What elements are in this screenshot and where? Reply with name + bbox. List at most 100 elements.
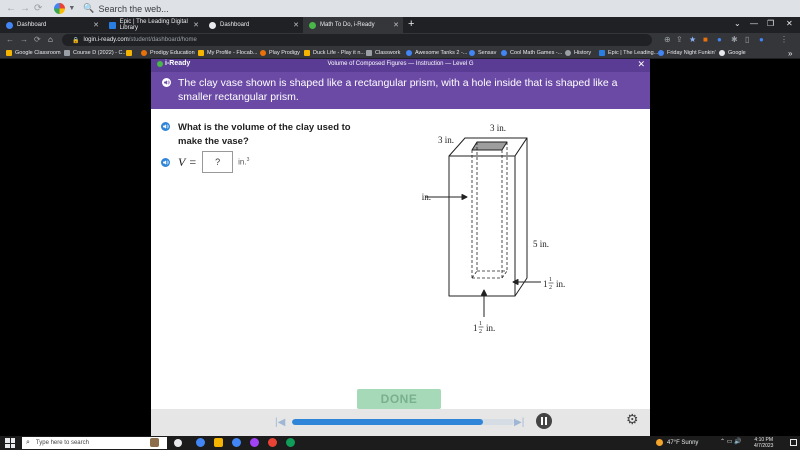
- notification-icon[interactable]: [790, 439, 797, 446]
- more-bookmarks-button[interactable]: »: [788, 48, 792, 58]
- bookmark-icon: [658, 50, 664, 56]
- bookmark-icon: [198, 50, 204, 56]
- vase-side-face: [514, 137, 528, 297]
- answer-equation: V = ? in.3: [161, 151, 249, 173]
- url-path: /student/dashboard/home: [128, 37, 197, 43]
- bookmark-item[interactable]: Awesome Tanks 2 -...: [406, 48, 467, 58]
- weather-widget[interactable]: 47°F Sunny: [656, 439, 698, 446]
- epic-icon: [109, 21, 116, 29]
- speaker-icon[interactable]: [161, 122, 170, 131]
- extension-icon[interactable]: ■: [703, 35, 708, 44]
- close-icon[interactable]: ✕: [93, 21, 99, 29]
- bookmark-label: Google: [728, 50, 746, 56]
- avatar[interactable]: ●: [759, 35, 764, 44]
- windows-start-icon[interactable]: [5, 438, 15, 448]
- chrome-icon[interactable]: [196, 438, 205, 447]
- prompt-text: The clay vase shown is shaped like a rec…: [178, 77, 618, 103]
- front-base-whole: 1: [473, 323, 478, 333]
- inner-height-label: 4 in.: [421, 192, 431, 202]
- file-explorer-icon[interactable]: [214, 438, 223, 447]
- speaker-icon[interactable]: [162, 78, 171, 87]
- zoom-icon[interactable]: ⊕: [664, 35, 671, 44]
- forward-icon[interactable]: →: [20, 35, 28, 44]
- bookmark-item[interactable]: Play Prodigy: [260, 48, 300, 58]
- bookmark-icon: [141, 50, 147, 56]
- minimize-icon[interactable]: —: [750, 19, 758, 28]
- pause-button[interactable]: [536, 413, 552, 429]
- next-icon[interactable]: ▶|: [514, 417, 524, 428]
- system-tray-icons[interactable]: ⌃ ▭ 🔊: [720, 438, 742, 445]
- bookmark-icon: [501, 50, 507, 56]
- edge-icon[interactable]: [286, 438, 295, 447]
- browser-tab[interactable]: Epic | The Leading Digital Library ✕: [103, 17, 203, 33]
- taskbar-search-input[interactable]: ⌕ Type here to search: [22, 437, 167, 449]
- bookmark-item[interactable]: My Profile - Flocab...: [198, 48, 257, 58]
- chevron-down-icon[interactable]: ▼: [68, 5, 75, 12]
- side-base-denominator: 2: [549, 285, 552, 291]
- gear-icon[interactable]: ⚙: [626, 411, 639, 428]
- lesson-modal: i-Ready Volume of Composed Figures — Ins…: [151, 59, 650, 436]
- bookmark-label: Course D (2022) - C...: [73, 50, 128, 56]
- reload-icon[interactable]: ⟳: [34, 35, 41, 44]
- address-bar[interactable]: 🔒 login.i-ready.com/student/dashboard/ho…: [62, 34, 652, 46]
- answer-input[interactable]: ?: [202, 151, 234, 173]
- sidebar-icon[interactable]: ▯: [745, 35, 749, 44]
- bookmark-label: History: [574, 50, 592, 56]
- bookmark-item[interactable]: Prodigy Education: [141, 48, 195, 58]
- bookmark-item[interactable]: Epic | The Leading...: [599, 48, 658, 58]
- bookmark-item[interactable]: [126, 48, 135, 58]
- speaker-icon[interactable]: [161, 157, 170, 167]
- browser-tab[interactable]: Dashboard ✕: [203, 17, 303, 33]
- chevron-down-icon[interactable]: ⌄: [734, 19, 741, 28]
- bookmark-item[interactable]: Course D (2022) - C...: [64, 48, 127, 58]
- previous-icon[interactable]: |◀: [275, 417, 285, 428]
- squirrel-icon: [150, 438, 159, 447]
- back-icon[interactable]: ←: [6, 35, 14, 44]
- history-icon: [565, 50, 571, 56]
- bookmark-item[interactable]: Google: [719, 48, 746, 58]
- nav-arrows-icon[interactable]: ←→⟳: [6, 3, 46, 14]
- bookmark-item[interactable]: Friday Night Funkin': [658, 48, 716, 58]
- task-view-icon[interactable]: [174, 439, 182, 447]
- bookmark-icon: [599, 50, 605, 56]
- chrome-icon[interactable]: [232, 438, 241, 447]
- close-lesson-button[interactable]: ✕: [637, 59, 645, 70]
- new-tab-icon[interactable]: +: [408, 18, 414, 30]
- home-icon[interactable]: ⌂: [48, 35, 53, 44]
- restore-icon[interactable]: ❐: [767, 19, 774, 28]
- bookmark-label: Epic | The Leading...: [608, 50, 659, 56]
- extension-icon[interactable]: ●: [717, 35, 722, 44]
- office-icon[interactable]: [268, 438, 277, 447]
- close-icon[interactable]: ✕: [293, 21, 299, 29]
- close-icon[interactable]: ✕: [393, 21, 399, 29]
- bookmark-label: Google Classroom: [15, 50, 61, 56]
- front-base-numerator: 1: [479, 321, 482, 327]
- star-icon[interactable]: ★: [689, 35, 696, 44]
- bookmark-icon: [304, 50, 310, 56]
- share-icon[interactable]: ⇪: [676, 35, 683, 44]
- bookmark-label: Duck Life - Play it n...: [313, 50, 365, 56]
- unit-exponent: 3: [246, 157, 250, 164]
- close-icon[interactable]: ✕: [193, 21, 199, 29]
- browser-tab-active[interactable]: Math To Do, i-Ready ✕: [303, 17, 403, 33]
- bookmark-label: Awesome Tanks 2 -...: [415, 50, 468, 56]
- browser-tab[interactable]: Dashboard ✕: [0, 17, 103, 33]
- bookmark-item[interactable]: History: [565, 48, 591, 58]
- web-search-input[interactable]: Search the web...: [99, 4, 169, 14]
- bookmark-icon: [260, 50, 266, 56]
- bookmark-item[interactable]: Sensav: [469, 48, 496, 58]
- bookmark-item[interactable]: Classwork: [366, 48, 400, 58]
- bookmark-item[interactable]: Duck Life - Play it n...: [304, 48, 365, 58]
- bookmark-item[interactable]: Google Classroom: [6, 48, 61, 58]
- bookmark-label: Prodigy Education: [150, 50, 195, 56]
- bookmark-item[interactable]: Cool Math Games -...: [501, 48, 562, 58]
- lesson-title: Volume of Composed Figures — Instruction…: [327, 61, 474, 67]
- teams-icon[interactable]: [250, 438, 259, 447]
- unit-text: in.: [238, 157, 247, 167]
- lesson-footer: |◀ ▶| ⚙: [151, 409, 650, 436]
- close-window-icon[interactable]: ✕: [786, 19, 793, 28]
- taskbar-clock[interactable]: 4:10 PM 4/7/2023: [754, 437, 773, 449]
- puzzle-icon[interactable]: ✱: [731, 35, 738, 44]
- done-button[interactable]: DONE: [357, 389, 441, 409]
- menu-icon[interactable]: ⋮: [780, 35, 788, 44]
